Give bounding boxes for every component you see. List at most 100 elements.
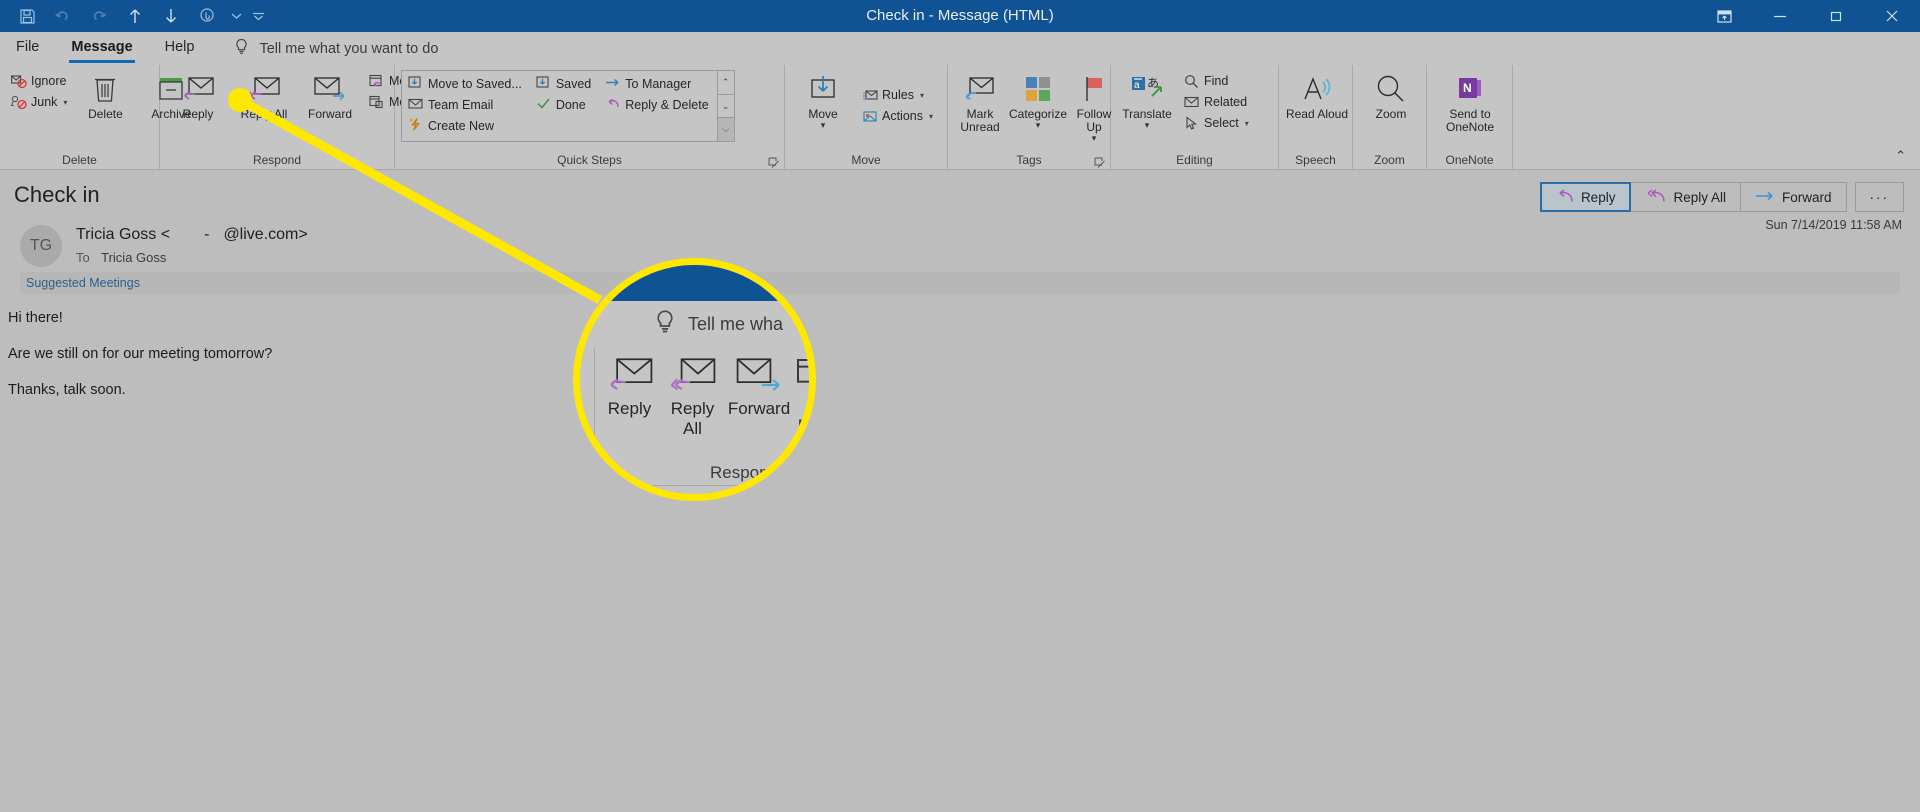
to-label: To <box>76 250 90 265</box>
lightbulb-icon <box>654 309 676 339</box>
quick-step-create-new[interactable]: Create New <box>405 115 527 136</box>
message-date: Sun 7/14/2019 11:58 AM <box>1765 218 1902 232</box>
ribbon-group-onenote: N Send to OneNote OneNote <box>1427 65 1513 169</box>
save-icon[interactable] <box>10 2 44 30</box>
chevron-down-icon: ▾ <box>1144 120 1150 130</box>
select-button[interactable]: Select ▾ <box>1179 113 1253 133</box>
chevron-down-icon: ▾ <box>1091 133 1097 143</box>
read-aloud-label: Read Aloud <box>1285 107 1349 121</box>
maximize-button[interactable] <box>1808 0 1864 32</box>
suggested-meetings-bar[interactable]: Suggested Meetings <box>20 272 1900 294</box>
ribbon-display-options-button[interactable] <box>1696 0 1752 32</box>
quick-step-done[interactable]: Done <box>533 94 596 115</box>
forward-button[interactable]: Forward <box>298 69 362 135</box>
touch-mode-icon[interactable] <box>190 2 224 30</box>
mark-unread-button[interactable]: Mark Unread <box>954 69 1006 135</box>
related-label: Related <box>1204 95 1248 109</box>
ribbon-group-speech: Read Aloud Speech <box>1279 65 1353 169</box>
magnified-ribbon-bottom-border <box>580 485 809 486</box>
group-label-editing: Editing <box>1176 153 1213 167</box>
magnified-group-divider <box>594 347 595 455</box>
quick-steps-scroll-down[interactable]: ⌄ <box>717 95 734 119</box>
ribbon-group-delete: Ignore Junk ▾ Delete Archive Delete <box>0 65 191 169</box>
select-cursor-icon <box>1183 115 1200 132</box>
reply-icon <box>1556 188 1573 206</box>
rules-button[interactable]: Rules ▾ <box>857 85 937 105</box>
previous-item-icon[interactable] <box>118 2 152 30</box>
send-to-onenote-button[interactable]: N Send to OneNote <box>1433 69 1507 135</box>
close-button[interactable] <box>1864 0 1920 32</box>
sender-email-domain: @live.com> <box>223 226 308 243</box>
zoom-button[interactable]: Zoom <box>1359 69 1423 135</box>
reply-button[interactable]: Reply <box>166 69 230 135</box>
mark-unread-icon <box>964 73 996 105</box>
ribbon: Ignore Junk ▾ Delete Archive Delete Repl… <box>0 65 1920 170</box>
ignore-button[interactable]: Ignore <box>6 71 71 91</box>
pane-forward-button[interactable]: Forward <box>1740 182 1847 212</box>
read-aloud-button[interactable]: Read Aloud <box>1285 69 1349 135</box>
tab-help[interactable]: Help <box>149 32 211 65</box>
quick-step-move-to-saved[interactable]: Move to Saved... <box>405 73 527 94</box>
junk-icon <box>10 94 27 111</box>
quick-steps-scroll[interactable]: ⌃ ⌄ ⌵ <box>716 71 734 142</box>
reply-envelope-icon <box>181 73 215 105</box>
translate-button[interactable]: aあ Translate ▾ <box>1117 69 1177 135</box>
quick-step-reply-delete[interactable]: Reply & Delete <box>602 94 713 115</box>
recipient-line: To Tricia Goss <box>76 250 166 265</box>
quick-steps-gallery: Move to Saved... Team Email Create New S… <box>401 70 735 142</box>
junk-button[interactable]: Junk ▾ <box>6 92 71 112</box>
pane-more-actions-button[interactable]: ··· <box>1854 182 1904 212</box>
ribbon-group-respond: Reply Reply All Forward Respond <box>160 65 433 169</box>
collapse-ribbon-button[interactable]: ⌃ <box>1895 148 1906 164</box>
categorize-button[interactable]: Categorize ▾ <box>1008 69 1068 135</box>
minimize-button[interactable] <box>1752 0 1808 32</box>
undo-icon[interactable] <box>46 2 80 30</box>
qat-customize-icon[interactable] <box>248 2 268 30</box>
delete-button[interactable]: Delete <box>73 69 137 135</box>
forward-envelope-icon <box>734 355 784 395</box>
tab-file[interactable]: File <box>0 32 55 65</box>
to-value: Tricia Goss <box>101 250 167 265</box>
magnified-respond-buttons: Reply Reply All Forward <box>602 355 809 449</box>
find-button[interactable]: Find <box>1179 71 1253 91</box>
quick-steps-dialog-launcher-icon[interactable] <box>768 156 780 168</box>
magnified-forward-button[interactable]: Forward <box>728 355 790 449</box>
magnified-reply-all-button[interactable]: Reply All <box>665 355 720 449</box>
tab-message[interactable]: Message <box>55 32 148 65</box>
reply-envelope-icon <box>605 355 655 395</box>
move-to-folder-icon <box>536 75 551 93</box>
pane-forward-label: Forward <box>1781 189 1832 205</box>
qat-chevron-down-icon[interactable] <box>226 2 246 30</box>
tell-me-search[interactable]: Tell me what you want to do <box>234 38 438 59</box>
related-envelope-icon <box>1183 94 1200 111</box>
related-button[interactable]: Related <box>1179 92 1253 112</box>
reply-delete-icon <box>605 96 620 114</box>
more-calendar-icon <box>368 94 385 111</box>
tags-dialog-launcher-icon[interactable] <box>1094 156 1106 168</box>
pane-reply-button[interactable]: Reply <box>1539 182 1632 212</box>
next-item-icon[interactable] <box>154 2 188 30</box>
onenote-icon: N <box>1455 73 1485 105</box>
pane-reply-all-button[interactable]: Reply All <box>1631 182 1741 212</box>
redo-icon[interactable] <box>82 2 116 30</box>
sender-email-open: < <box>160 226 171 243</box>
create-new-lightning-icon <box>408 117 423 135</box>
magnified-group-label: Respond <box>710 463 779 482</box>
actions-label: Actions <box>882 109 923 123</box>
quick-step-team-email[interactable]: Team Email <box>405 94 527 115</box>
sender-name: Tricia Goss <box>76 226 157 243</box>
magnifier-callout: Tell me wha Reply Reply All Forward Resp… <box>573 258 816 501</box>
meeting-calendar-icon <box>796 355 809 395</box>
callout-pointer-dot <box>228 88 252 112</box>
actions-button[interactable]: Actions ▾ <box>857 106 937 126</box>
magnified-tell-me: Tell me wha <box>654 309 783 339</box>
quick-step-to-manager[interactable]: To Manager <box>602 73 713 94</box>
move-button[interactable]: Move ▾ <box>791 69 855 135</box>
quick-steps-expand[interactable]: ⌵ <box>717 118 734 142</box>
quick-step-saved[interactable]: Saved <box>533 73 596 94</box>
checkmark-icon <box>536 96 551 114</box>
mark-unread-label: Mark Unread <box>960 107 1000 134</box>
rules-label: Rules <box>882 88 914 102</box>
magnified-reply-button[interactable]: Reply <box>602 355 657 449</box>
quick-steps-scroll-up[interactable]: ⌃ <box>717 71 734 95</box>
